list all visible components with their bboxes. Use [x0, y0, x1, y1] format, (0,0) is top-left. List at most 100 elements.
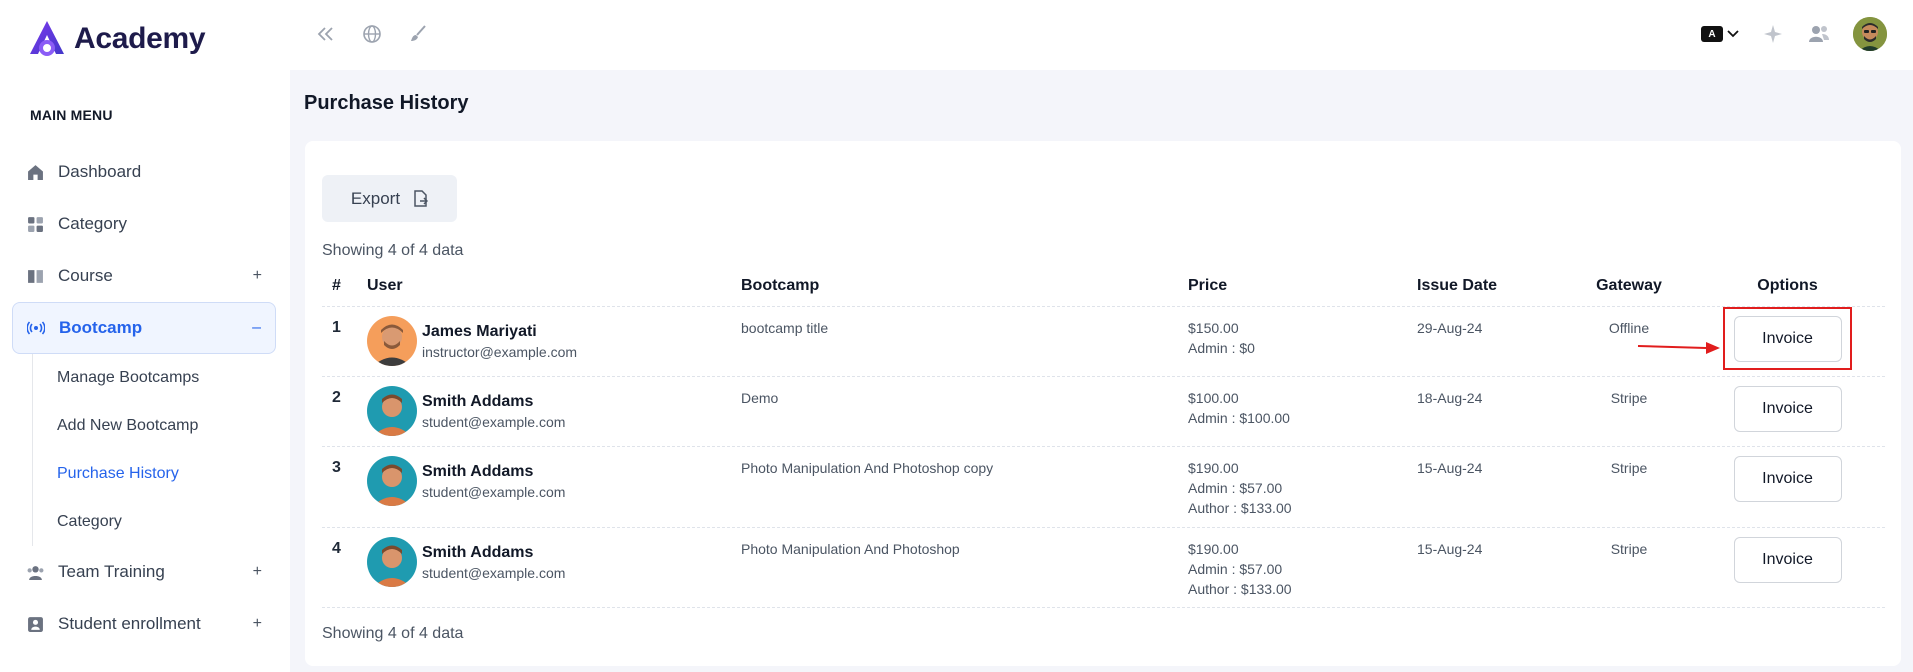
- options-cell: Invoice: [1690, 447, 1885, 527]
- gateway: Stripe: [1610, 460, 1648, 476]
- user-name: James Mariyati: [422, 323, 537, 340]
- table-header: # User Bootcamp Price Issue Date Gateway…: [322, 265, 1885, 307]
- invoice-button[interactable]: Invoice: [1733, 386, 1842, 432]
- brand[interactable]: Academy: [26, 18, 206, 60]
- showing-count-bottom: Showing 4 of 4 data: [322, 625, 464, 642]
- users-icon[interactable]: [1807, 22, 1831, 46]
- row-number: 4: [332, 540, 341, 557]
- user-avatar: [367, 456, 417, 506]
- user-email: student@example.com: [422, 484, 566, 500]
- user-email: student@example.com: [422, 565, 566, 581]
- sidebar-item-label: Course: [58, 266, 113, 285]
- user-avatar: [367, 316, 417, 366]
- invoice-button[interactable]: Invoice: [1733, 537, 1842, 583]
- user-cell: Smith Addams student@example.com: [367, 447, 741, 527]
- header-issue-date: Issue Date: [1417, 276, 1498, 294]
- purchase-table: # User Bootcamp Price Issue Date Gateway…: [322, 265, 1885, 608]
- bootcamp-title: bootcamp title: [741, 320, 829, 336]
- bootcamp-title: Photo Manipulation And Photoshop: [741, 541, 960, 557]
- price-author: Author : $133.00: [1188, 581, 1292, 597]
- sidebar-item-course[interactable]: Course +: [12, 250, 276, 302]
- submenu-category[interactable]: Category: [57, 498, 276, 546]
- collapse-toggle[interactable]: –: [252, 319, 261, 337]
- user-cell: Smith Addams student@example.com: [367, 377, 741, 446]
- price-cell: $100.00 Admin : $100.00: [1188, 377, 1398, 446]
- user-cell: Smith Addams student@example.com: [367, 528, 741, 607]
- options-cell: Invoice: [1690, 377, 1885, 446]
- header-number: #: [332, 276, 341, 294]
- sidebar-item-label: Student enrollment: [58, 614, 201, 633]
- user-avatar[interactable]: [1853, 17, 1887, 51]
- sidebar-nav: Dashboard Category Course + Bootcamp – M…: [12, 146, 276, 650]
- id-card-icon: [26, 615, 44, 633]
- table-row: 3 Smith Addams student@example.com Photo…: [322, 447, 1885, 528]
- topbar-left-actions: [314, 22, 430, 46]
- user-email: instructor@example.com: [422, 344, 578, 360]
- home-icon: [26, 163, 44, 181]
- price-total: $190.00: [1188, 541, 1239, 557]
- row-number: 2: [332, 389, 341, 406]
- table-row: 2 Smith Addams student@example.com Demo …: [322, 377, 1885, 447]
- gateway: Stripe: [1610, 541, 1648, 557]
- user-name: Smith Addams: [422, 463, 534, 480]
- price-total: $100.00: [1188, 390, 1239, 406]
- price-cell: $150.00 Admin : $0: [1188, 307, 1398, 376]
- sidebar: Academy MAIN MENU Dashboard Category Cou…: [0, 0, 290, 672]
- export-file-icon: [414, 190, 429, 207]
- gateway: Stripe: [1610, 390, 1648, 406]
- issue-date: 15-Aug-24: [1417, 460, 1483, 476]
- invoice-button[interactable]: Invoice: [1733, 456, 1842, 502]
- sidebar-item-label: Bootcamp: [59, 318, 143, 337]
- table-row: 4 Smith Addams student@example.com Photo…: [322, 528, 1885, 608]
- price-total: $150.00: [1188, 320, 1239, 336]
- submenu-purchase-history[interactable]: Purchase History: [57, 450, 276, 498]
- issue-date: 18-Aug-24: [1417, 390, 1483, 406]
- submenu-add-new-bootcamp[interactable]: Add New Bootcamp: [57, 402, 276, 450]
- sidebar-item-label: Category: [58, 214, 127, 233]
- header-price: Price: [1188, 276, 1228, 294]
- broadcast-icon: [27, 319, 45, 337]
- globe-icon[interactable]: [360, 22, 384, 46]
- sidebar-item-bootcamp[interactable]: Bootcamp –: [12, 302, 276, 354]
- header-options: Options: [1757, 276, 1818, 294]
- bootcamp-submenu: Manage Bootcamps Add New Bootcamp Purcha…: [32, 354, 276, 546]
- user-name: Smith Addams: [422, 544, 534, 561]
- header-gateway: Gateway: [1596, 276, 1662, 294]
- sidebar-item-dashboard[interactable]: Dashboard: [12, 146, 276, 198]
- sidebar-item-label: Team Training: [58, 562, 165, 581]
- header-bootcamp: Bootcamp: [741, 276, 820, 294]
- main-menu-heading: MAIN MENU: [30, 107, 113, 123]
- page-title: Purchase History: [304, 92, 469, 114]
- expand-toggle[interactable]: +: [253, 563, 262, 581]
- header-user: User: [367, 276, 403, 294]
- user-avatar: [367, 386, 417, 436]
- invoice-button[interactable]: Invoice: [1733, 316, 1842, 362]
- brush-icon[interactable]: [406, 22, 430, 46]
- user-name: Smith Addams: [422, 393, 534, 410]
- chevron-down-icon: [1727, 30, 1739, 38]
- price-admin: Admin : $57.00: [1188, 561, 1283, 577]
- collapse-sidebar-icon[interactable]: [314, 22, 338, 46]
- language-switcher[interactable]: A: [1701, 26, 1739, 42]
- sidebar-item-category[interactable]: Category: [12, 198, 276, 250]
- export-button[interactable]: Export: [322, 175, 457, 222]
- showing-count-top: Showing 4 of 4 data: [322, 242, 464, 259]
- price-cell: $190.00 Admin : $57.00 Author : $133.00: [1188, 447, 1398, 527]
- user-cell: James Mariyati instructor@example.com: [367, 307, 741, 376]
- sidebar-item-student-enrollment[interactable]: Student enrollment +: [12, 598, 276, 650]
- price-admin: Admin : $0: [1188, 340, 1255, 356]
- price-admin: Admin : $100.00: [1188, 410, 1290, 426]
- team-icon: [26, 563, 44, 581]
- submenu-manage-bootcamps[interactable]: Manage Bootcamps: [57, 354, 276, 402]
- expand-toggle[interactable]: +: [253, 267, 262, 285]
- expand-toggle[interactable]: +: [253, 615, 262, 633]
- brand-name: Academy: [74, 22, 206, 55]
- bootcamp-title: Photo Manipulation And Photoshop copy: [741, 460, 994, 476]
- user-avatar: [367, 537, 417, 587]
- academy-logo-icon: [30, 21, 64, 56]
- options-cell: Invoice: [1690, 528, 1885, 607]
- row-number: 1: [332, 319, 341, 336]
- sidebar-item-team-training[interactable]: Team Training +: [12, 546, 276, 598]
- sparkle-icon[interactable]: [1761, 22, 1785, 46]
- price-cell: $190.00 Admin : $57.00 Author : $133.00: [1188, 528, 1398, 607]
